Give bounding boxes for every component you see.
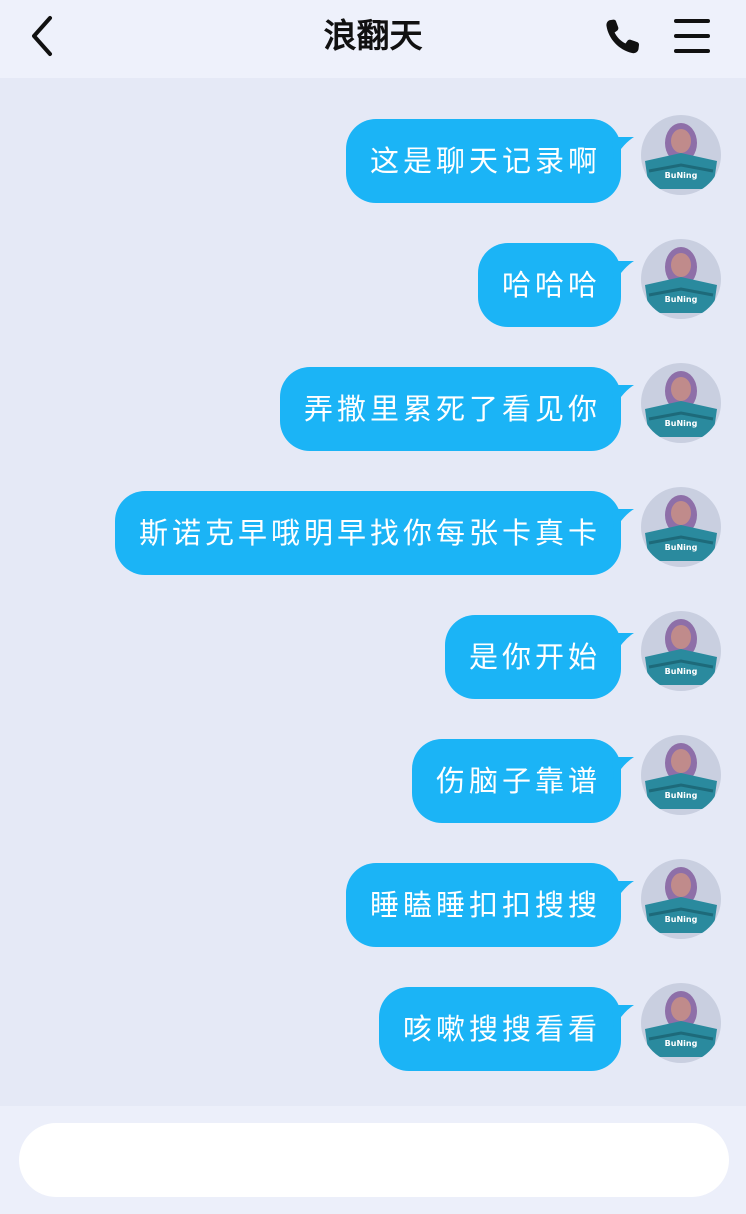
message-bubble[interactable]: 这是聊天记录啊 (345, 119, 621, 203)
avatar-image: BuNing (641, 487, 721, 567)
avatar-label: BuNing (665, 791, 698, 800)
avatar-image: BuNing (641, 239, 721, 319)
bubble-tail (612, 509, 634, 531)
avatar[interactable]: BuNing (641, 115, 721, 195)
avatar-label: BuNing (665, 171, 698, 180)
phone-icon (606, 19, 640, 54)
message-row: 睡瞌睡扣扣搜搜 BuNing (0, 859, 746, 947)
avatar-label: BuNing (665, 543, 698, 552)
avatar-label: BuNing (665, 667, 698, 676)
message-row: 伤脑子靠谱 BuNing (0, 735, 746, 823)
message-bubble[interactable]: 哈哈哈 (477, 243, 621, 327)
avatar[interactable]: BuNing (641, 239, 721, 319)
avatar-label: BuNing (665, 295, 698, 304)
avatar[interactable]: BuNing (641, 859, 721, 939)
hamburger-menu-icon (674, 19, 710, 53)
bubble-tail (612, 137, 634, 159)
bubble-tail (612, 881, 634, 903)
message-row: 斯诺克早哦明早找你每张卡真卡 BuNing (0, 487, 746, 575)
avatar-image: BuNing (641, 983, 721, 1063)
message-row: 弄撒里累死了看见你 BuNing (0, 363, 746, 451)
message-list[interactable]: 这是聊天记录啊 BuNing 哈哈哈 BuNing 弄撒里累死了看见你 BuNi… (0, 78, 746, 1106)
chat-header: 浪翻天 (0, 0, 746, 78)
message-bubble[interactable]: 斯诺克早哦明早找你每张卡真卡 (114, 491, 621, 575)
message-bubble[interactable]: 是你开始 (444, 615, 621, 699)
message-bubble[interactable]: 弄撒里累死了看见你 (279, 367, 621, 451)
avatar[interactable]: BuNing (641, 487, 721, 567)
avatar-image: BuNing (641, 115, 721, 195)
avatar-label: BuNing (665, 915, 698, 924)
message-bubble[interactable]: 咳嗽搜搜看看 (378, 987, 621, 1071)
bubble-tail (612, 385, 634, 407)
bubble-tail (612, 261, 634, 283)
avatar-image: BuNing (641, 859, 721, 939)
bubble-tail (612, 633, 634, 655)
message-row: 这是聊天记录啊 BuNing (0, 115, 746, 203)
chevron-left-icon (32, 16, 52, 56)
message-row: 是你开始 BuNing (0, 611, 746, 699)
message-row: 咳嗽搜搜看看 BuNing (0, 983, 746, 1071)
avatar-image: BuNing (641, 735, 721, 815)
avatar-label: BuNing (665, 1039, 698, 1048)
avatar-image: BuNing (641, 363, 721, 443)
message-bubble[interactable]: 睡瞌睡扣扣搜搜 (345, 863, 621, 947)
bubble-tail (612, 1005, 634, 1027)
back-button[interactable] (24, 14, 64, 58)
message-input[interactable] (19, 1123, 729, 1197)
avatar[interactable]: BuNing (641, 735, 721, 815)
avatar[interactable]: BuNing (641, 983, 721, 1063)
bubble-tail (612, 757, 634, 779)
input-bar (0, 1106, 746, 1214)
avatar[interactable]: BuNing (641, 611, 721, 691)
message-bubble[interactable]: 伤脑子靠谱 (411, 739, 621, 823)
call-button[interactable] (602, 14, 642, 58)
menu-button[interactable] (670, 14, 714, 58)
avatar[interactable]: BuNing (641, 363, 721, 443)
message-row: 哈哈哈 BuNing (0, 239, 746, 327)
avatar-image: BuNing (641, 611, 721, 691)
avatar-label: BuNing (665, 419, 698, 428)
